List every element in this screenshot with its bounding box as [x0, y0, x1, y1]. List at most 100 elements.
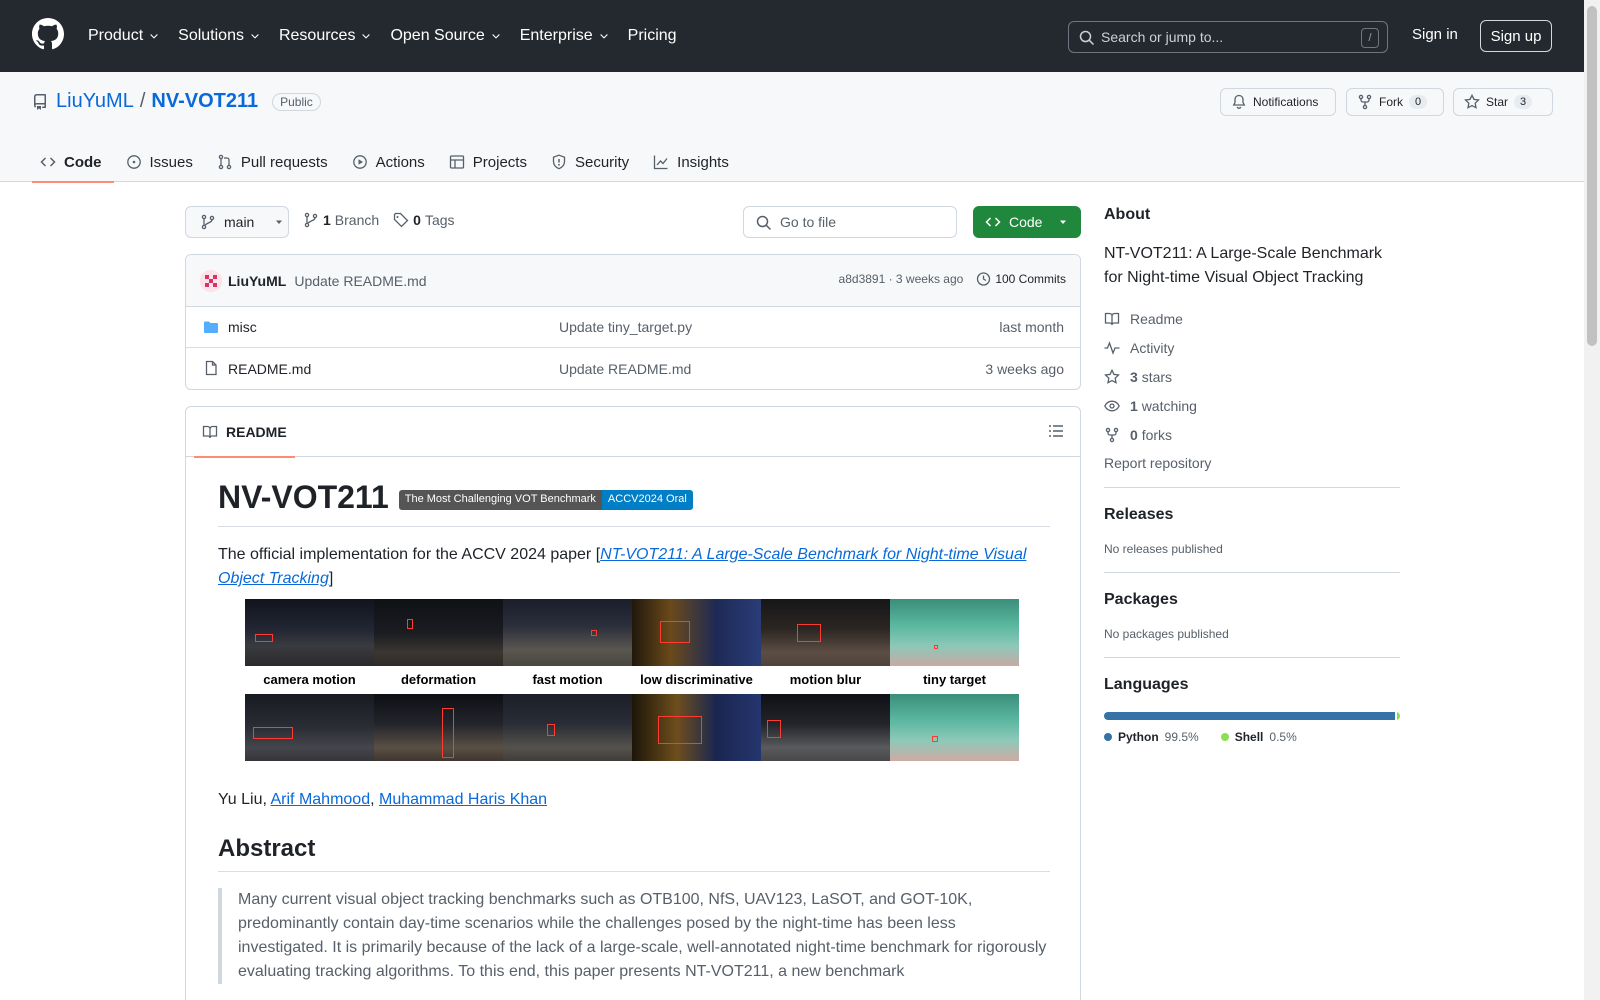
language-item[interactable]: Python 99.5% — [1104, 730, 1199, 744]
code-icon — [985, 217, 1001, 227]
author-separator: , — [370, 791, 379, 808]
repo-name-link[interactable]: NV-VOT211 — [151, 90, 258, 113]
target-bounding-box — [660, 621, 690, 643]
teaser-image — [374, 694, 503, 761]
target-bounding-box — [591, 630, 597, 636]
branches-link[interactable]: 1 Branch — [303, 212, 379, 228]
commit-message[interactable]: Update README.md — [294, 273, 426, 289]
global-search-input[interactable]: Search or jump to... / — [1068, 21, 1388, 53]
bell-icon — [1232, 94, 1246, 109]
readme-title-text: NV-VOT211 — [218, 479, 389, 515]
languages-heading: Languages — [1104, 676, 1189, 693]
teaser-image — [632, 599, 761, 666]
nav-item-resources[interactable]: Resources — [279, 27, 372, 45]
file-commit-message[interactable]: Update tiny_target.py — [559, 319, 692, 335]
languages-section: Languages Python 99.5% Shell 0.5% — [1104, 657, 1400, 744]
repo-title: LiuYuML / NV-VOT211 Public — [56, 90, 321, 113]
tab-projects[interactable]: Projects — [441, 142, 539, 182]
language-color-dot — [1220, 733, 1229, 741]
notifications-button[interactable]: Notifications — [1220, 88, 1336, 116]
tags-link[interactable]: 0 Tags — [393, 212, 455, 228]
teaser-label-row: camera motion deformation fast motion low d… — [245, 666, 1019, 694]
language-item[interactable]: Shell 0.5% — [1220, 730, 1297, 744]
commit-sha-time[interactable]: a8d3891 · 3 weeks ago — [839, 272, 964, 286]
sidebar-link-readme[interactable]: Readme — [1104, 304, 1400, 333]
nav-item-open-source[interactable]: Open Source — [390, 27, 501, 45]
report-repository-link[interactable]: Report repository — [1104, 455, 1400, 471]
file-row[interactable]: misc Update tiny_target.py last month — [186, 307, 1080, 348]
file-commit-message[interactable]: Update README.md — [559, 361, 691, 377]
intro-prefix: The official implementation for the ACCV… — [218, 546, 601, 563]
teaser-label: motion blur — [789, 672, 862, 687]
repo-sidebar: About NT-VOT211: A Large-Scale Benchmark… — [1104, 206, 1400, 744]
global-header: Product Solutions Resources Open Source Ente… — [0, 0, 1600, 72]
fork-icon — [1358, 94, 1372, 110]
nav-item-enterprise[interactable]: Enterprise — [520, 27, 610, 45]
github-logo-icon[interactable] — [32, 18, 64, 50]
sidebar-link-label: forks — [1141, 426, 1173, 443]
tab-pull-requests[interactable]: Pull requests — [209, 142, 340, 182]
author-link[interactable]: Muhammad Haris Khan — [379, 791, 547, 808]
tab-insights[interactable]: Insights — [645, 142, 741, 182]
packages-heading[interactable]: Packages — [1104, 591, 1400, 609]
language-bar-segment — [1104, 712, 1395, 720]
file-name-link[interactable]: README.md — [228, 361, 311, 377]
go-to-file-placeholder: Go to file — [780, 214, 837, 230]
star-label: Star — [1486, 95, 1509, 109]
nav-item-solutions[interactable]: Solutions — [178, 27, 261, 45]
fork-button[interactable]: Fork 0 — [1346, 88, 1444, 116]
teaser-image — [245, 694, 374, 761]
sign-in-link[interactable]: Sign in — [1412, 26, 1458, 43]
code-dropdown-button[interactable]: Code — [973, 206, 1081, 238]
sidebar-link-forks[interactable]: 0 forks — [1104, 420, 1400, 449]
releases-empty-text: No releases published — [1104, 542, 1223, 556]
commit-count: 100 Commits — [995, 272, 1066, 286]
file-row[interactable]: README.md Update README.md 3 weeks ago — [186, 348, 1080, 389]
author-plain: Yu Liu, — [218, 791, 271, 808]
nav-item-product[interactable]: Product — [88, 27, 160, 45]
benchmark-shield-badge[interactable]: The Most Challenging VOT Benchmark ACCV2… — [398, 489, 693, 510]
tab-issues[interactable]: Issues — [118, 142, 205, 182]
sidebar-link-label: watching — [1141, 397, 1197, 414]
sidebar-link-count: 0 — [1130, 426, 1138, 443]
avatar[interactable] — [200, 269, 222, 292]
eye-icon — [1104, 400, 1120, 411]
tab-actions[interactable]: Actions — [344, 142, 437, 182]
book-icon — [1104, 312, 1120, 325]
sidebar-link-stars[interactable]: 3 stars — [1104, 362, 1400, 391]
sidebar-link-watching[interactable]: 1 watching — [1104, 391, 1400, 420]
go-to-file-input[interactable]: Go to file — [743, 206, 957, 238]
page-scrollbar-thumb[interactable] — [1587, 6, 1597, 346]
repo-owner-link[interactable]: LiuYuML — [56, 90, 134, 113]
visibility-badge: Public — [272, 92, 321, 111]
sign-up-button[interactable]: Sign up — [1480, 20, 1552, 52]
repo-tabs: Code Issues Pull requests Actions Projects Se… — [32, 142, 745, 183]
releases-heading[interactable]: Releases — [1104, 506, 1400, 524]
list-outline-icon[interactable] — [1048, 423, 1064, 439]
target-bounding-box — [255, 634, 273, 642]
shield-left-text: The Most Challenging VOT Benchmark — [398, 489, 602, 510]
sidebar-link-activity[interactable]: Activity — [1104, 333, 1400, 362]
teaser-image — [503, 599, 632, 666]
pulse-icon — [1104, 340, 1120, 355]
readme-tab[interactable]: README — [194, 407, 295, 458]
branch-count: 1 — [323, 212, 331, 228]
nav-item-label: Resources — [278, 27, 356, 44]
commit-author[interactable]: LiuYuML — [228, 273, 286, 289]
star-button[interactable]: Star 3 — [1453, 88, 1553, 116]
graph-icon — [654, 155, 668, 170]
commits-history-link[interactable]: 100 Commits — [975, 271, 1066, 287]
branch-selector[interactable]: main — [185, 206, 289, 238]
target-bounding-box — [934, 645, 938, 649]
file-name-link[interactable]: misc — [228, 319, 257, 335]
tab-security[interactable]: Security — [543, 142, 641, 182]
tag-count: 0 — [413, 212, 421, 228]
branch-icon — [304, 212, 318, 228]
tab-label: Code — [64, 153, 102, 171]
target-bounding-box — [407, 619, 413, 629]
nav-item-pricing[interactable]: Pricing — [628, 27, 677, 45]
tab-code[interactable]: Code — [32, 142, 114, 183]
author-link[interactable]: Arif Mahmood — [271, 791, 371, 808]
packages-empty-text: No packages published — [1104, 627, 1229, 641]
teaser-image-row — [245, 599, 1019, 666]
